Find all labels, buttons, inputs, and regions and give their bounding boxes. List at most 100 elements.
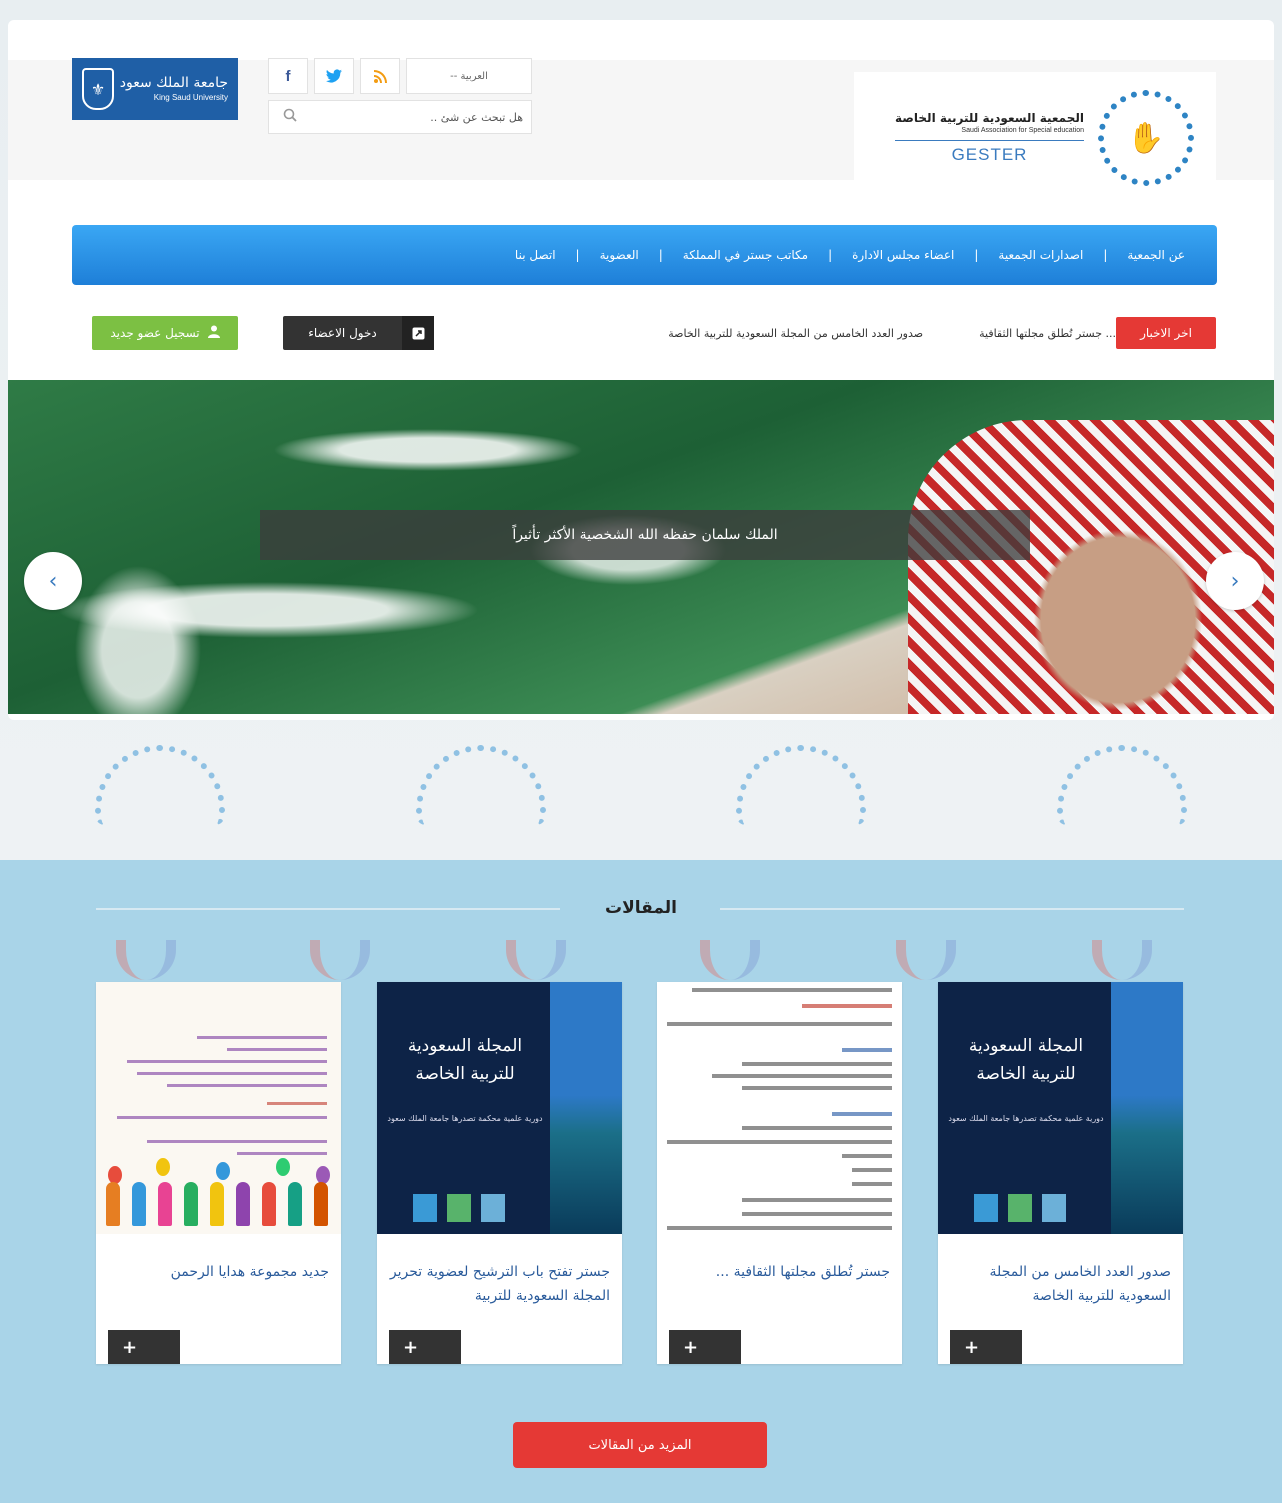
sign-in-icon: [402, 316, 434, 350]
slider-prev-icon[interactable]: ‹: [24, 552, 82, 610]
nav-separator: |: [575, 248, 580, 262]
nav-separator: |: [828, 248, 833, 262]
poster-text-line: [127, 1060, 327, 1063]
decorative-logo-icon: [116, 940, 176, 980]
university-logo[interactable]: ⚜ جامعة الملك سعود King Saud University: [72, 58, 238, 120]
language-select[interactable]: -- العربية: [406, 58, 532, 94]
journal-cover-title: المجلة السعودية للتربية الخاصة: [407, 1036, 523, 1084]
search-icon[interactable]: [283, 108, 297, 126]
article-image[interactable]: المجلة السعودية للتربية الخاصة دورية علم…: [377, 982, 622, 1234]
journal-cover-tile: [1042, 1194, 1066, 1222]
nav-about[interactable]: عن الجمعية: [1121, 248, 1191, 262]
article-card[interactable]: المجلة السعودية للتربية الخاصة دورية علم…: [938, 982, 1183, 1364]
poster-text-line: [227, 1048, 327, 1051]
journal-cover-subtitle: دورية علمية محكمة تصدرها جامعة الملك سعو…: [948, 1114, 1104, 1123]
search-input[interactable]: [323, 110, 523, 124]
article-card[interactable]: جديد مجموعة هدايا الرحمن +: [96, 982, 341, 1364]
child-figure-image: [262, 1182, 276, 1226]
document-text-line: [852, 1168, 892, 1172]
association-logo[interactable]: الجمعية السعودية للتربية الخاصة Saudi As…: [854, 72, 1216, 204]
news-ticker-item[interactable]: جستر تُطلق مجلتها الثقافية ...: [979, 327, 1116, 340]
poster-text-line: [137, 1072, 327, 1075]
journal-cover-tile: [413, 1194, 437, 1222]
read-more-plus-icon[interactable]: +: [669, 1330, 741, 1364]
university-name-ar: جامعة الملك سعود: [119, 75, 228, 91]
journal-cover-tile: [447, 1194, 471, 1222]
register-member-label: تسجيل عضو جديد: [110, 326, 200, 340]
facebook-icon[interactable]: f: [268, 58, 308, 94]
article-image[interactable]: [657, 982, 902, 1234]
decorative-emblem-icon: [1056, 745, 1187, 825]
article-title[interactable]: جستر تفتح باب الترشيح لعضوية تحرير المجل…: [389, 1260, 610, 1308]
read-more-plus-icon[interactable]: +: [389, 1330, 461, 1364]
search-box[interactable]: [268, 100, 532, 134]
decorative-logo-icon: [310, 940, 370, 980]
document-text-line: [667, 1226, 892, 1230]
document-text-line: [832, 1112, 892, 1116]
association-emblem-icon: ✋: [1098, 90, 1194, 186]
article-title[interactable]: جستر تُطلق مجلتها الثقافية ...: [669, 1260, 890, 1284]
child-figure-image: [106, 1182, 120, 1226]
nav-publications[interactable]: اصدارات الجمعية: [992, 248, 1089, 262]
read-more-plus-icon[interactable]: +: [950, 1330, 1022, 1364]
decorative-logo-icon: [700, 940, 760, 980]
journal-cover-strip: [1111, 982, 1183, 1234]
article-image[interactable]: المجلة السعودية للتربية الخاصة دورية علم…: [938, 982, 1183, 1234]
child-figure-image: [184, 1182, 198, 1226]
news-ticker-item[interactable]: صدور العدد الخامس من المجلة السعودية للت…: [668, 327, 923, 340]
articles-title: المقالات: [605, 898, 677, 918]
main-nav: عن الجمعية | اصدارات الجمعية | اعضاء مجل…: [72, 225, 1217, 285]
more-articles-button[interactable]: المزيد من المقالات: [513, 1422, 767, 1468]
rss-icon[interactable]: [360, 58, 400, 94]
balloon-image: [276, 1158, 290, 1176]
articles-section: المقالات المجلة السعودية للتربية الخاصة …: [0, 860, 1282, 1503]
article-card[interactable]: جستر تُطلق مجلتها الثقافية ... +: [657, 982, 902, 1364]
journal-cover-title: المجلة السعودية للتربية الخاصة: [968, 1036, 1084, 1084]
decorative-emblem-icon: [736, 745, 867, 825]
slider-next-icon[interactable]: ›: [1206, 552, 1264, 610]
journal-cover-tile: [974, 1194, 998, 1222]
balloon-image: [156, 1158, 170, 1176]
article-title[interactable]: صدور العدد الخامس من المجلة السعودية للت…: [950, 1260, 1171, 1308]
child-figure-image: [210, 1182, 224, 1226]
child-figure-image: [236, 1182, 250, 1226]
twitter-icon[interactable]: [314, 58, 354, 94]
hero-caption: الملك سلمان حفظه الله الشخصية الأكثر تأث…: [260, 510, 1030, 560]
read-more-plus-icon[interactable]: +: [108, 1330, 180, 1364]
child-figure-image: [132, 1182, 146, 1226]
journal-cover-subtitle: دورية علمية محكمة تصدرها جامعة الملك سعو…: [387, 1114, 543, 1123]
article-image[interactable]: [96, 982, 341, 1234]
child-figure-image: [158, 1182, 172, 1226]
document-text-line: [842, 1048, 892, 1052]
journal-cover-strip: [550, 982, 622, 1234]
association-name-ar: الجمعية السعودية للتربية الخاصة: [895, 111, 1084, 125]
decorative-emblem-band: [0, 740, 1282, 830]
document-text-line: [742, 1198, 892, 1202]
child-figure-image: [288, 1182, 302, 1226]
poster-text-line: [147, 1140, 327, 1143]
register-member-button[interactable]: تسجيل عضو جديد: [92, 316, 238, 350]
decorative-emblem-icon: [95, 745, 226, 825]
document-text-line: [667, 1140, 892, 1144]
article-title[interactable]: جديد مجموعة هدايا الرحمن: [108, 1260, 329, 1284]
decorative-logo-icon: [896, 940, 956, 980]
member-login-label: دخول الاعضاء: [308, 326, 377, 340]
user-icon: [207, 325, 220, 341]
university-logo-text: جامعة الملك سعود King Saud University: [119, 75, 228, 103]
article-card[interactable]: المجلة السعودية للتربية الخاصة دورية علم…: [377, 982, 622, 1364]
university-seal-icon: ⚜: [82, 68, 114, 110]
nav-separator: |: [974, 248, 979, 262]
nav-board-members[interactable]: اعضاء مجلس الادارة: [846, 248, 960, 262]
nav-membership[interactable]: العضوية: [594, 248, 645, 262]
document-text-line: [742, 1086, 892, 1090]
social-links: f -- العربية: [268, 58, 532, 94]
nav-offices[interactable]: مكاتب جستر في المملكة: [677, 248, 814, 262]
document-text-line: [667, 1022, 892, 1026]
poster-text-line: [167, 1084, 327, 1087]
journal-cover-tile: [1008, 1194, 1032, 1222]
member-login-button[interactable]: دخول الاعضاء: [283, 316, 434, 350]
hero-slider[interactable]: الملك سلمان حفظه الله الشخصية الأكثر تأث…: [8, 380, 1274, 714]
news-ticker: صدور العدد الخامس من المجلة السعودية للت…: [568, 317, 1116, 349]
child-figure-image: [314, 1182, 328, 1226]
nav-contact[interactable]: اتصل بنا: [509, 248, 562, 262]
